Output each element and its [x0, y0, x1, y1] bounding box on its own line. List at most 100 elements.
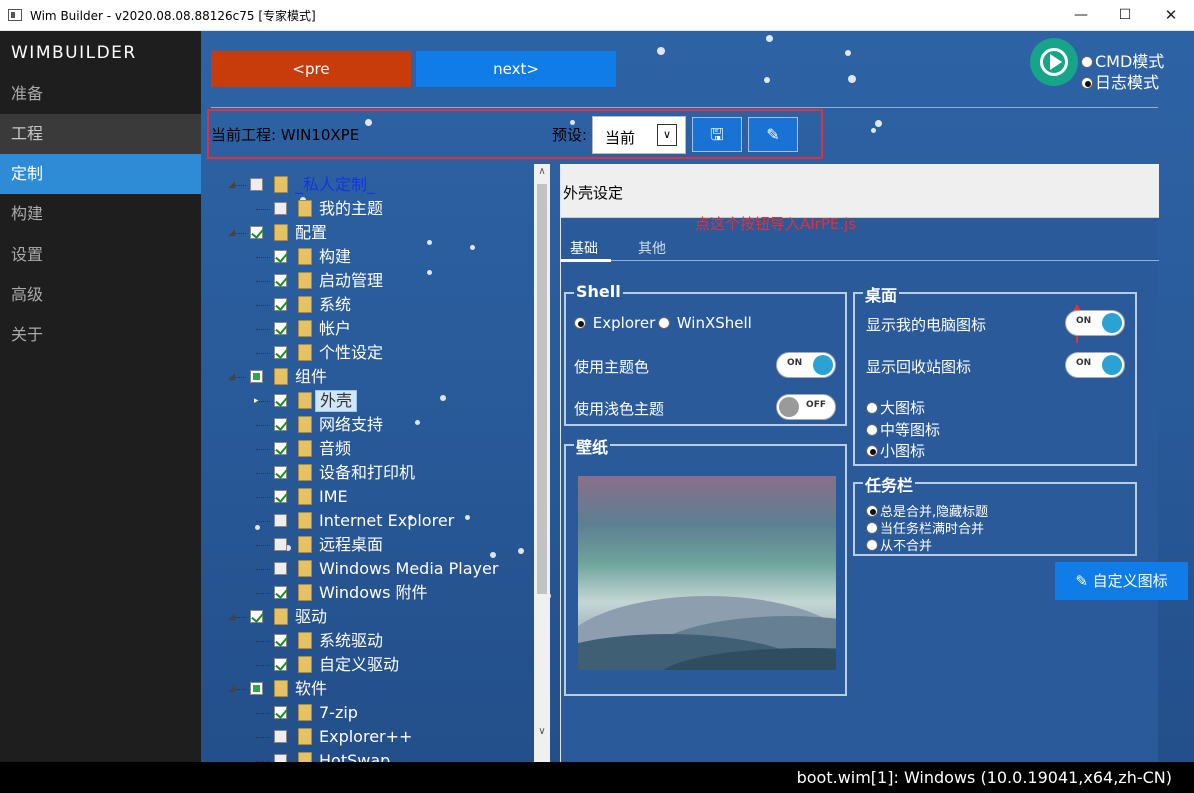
expand-icon[interactable]: ◢	[228, 605, 235, 629]
checkbox[interactable]	[274, 298, 287, 311]
checkbox[interactable]	[274, 394, 287, 407]
explorer-radio[interactable]: Explorer	[574, 314, 655, 332]
checkbox[interactable]	[274, 538, 287, 551]
wallpaper-preview[interactable]	[578, 476, 836, 670]
tree-item[interactable]: 帐户	[210, 317, 535, 341]
custom-icon-button[interactable]: ✎ 自定义图标	[1055, 562, 1188, 600]
checkbox[interactable]	[274, 466, 287, 479]
tree-scrollbar[interactable]: ∧ ∨	[534, 164, 550, 762]
show-recycle-toggle[interactable]: ON	[1065, 352, 1125, 378]
preset-select[interactable]: 当前 ∨	[592, 116, 686, 154]
tree-item[interactable]: 网络支持	[210, 413, 535, 437]
checkbox[interactable]	[274, 202, 287, 215]
tree-item[interactable]: ◢ 软件	[210, 677, 535, 701]
save-preset-button[interactable]: 🖫	[692, 117, 742, 152]
show-recycle-label: 显示回收站图标	[866, 358, 972, 376]
checkbox[interactable]	[274, 274, 287, 287]
tree-item-label: 帐户	[319, 319, 352, 338]
next-button[interactable]: next>	[416, 51, 616, 87]
tree-item[interactable]: 远程桌面	[210, 533, 535, 557]
checkbox[interactable]	[274, 514, 287, 527]
show-computer-toggle[interactable]: ON	[1065, 310, 1125, 336]
tree-item[interactable]: ◢ 组件	[210, 365, 535, 389]
tree-item[interactable]: Windows 附件	[210, 581, 535, 605]
tree-item[interactable]: IME	[210, 485, 535, 509]
checkbox[interactable]	[274, 658, 287, 671]
sidebar-item-advanced[interactable]: 高级	[0, 275, 201, 315]
maximize-button[interactable]: ☐	[1102, 0, 1148, 31]
checkbox[interactable]	[274, 346, 287, 359]
checkbox[interactable]	[250, 178, 263, 191]
toggle-state: OFF	[806, 400, 826, 410]
checkbox[interactable]	[274, 250, 287, 263]
checkbox[interactable]	[274, 322, 287, 335]
tab-basic[interactable]: 基础	[570, 238, 598, 258]
checkbox[interactable]	[250, 682, 263, 695]
tree-item-label: HotSwap	[319, 751, 391, 762]
tab-other[interactable]: 其他	[638, 238, 666, 258]
tree-item-label: IME	[319, 487, 348, 506]
icon-large-radio[interactable]: 大图标	[866, 397, 925, 418]
edit-preset-button[interactable]: ✎	[748, 117, 798, 152]
tree-item[interactable]: 个性设定	[210, 341, 535, 365]
tree-item[interactable]: ◢ 配置	[210, 221, 535, 245]
tree-item[interactable]: 自定义驱动	[210, 653, 535, 677]
checkbox[interactable]	[274, 490, 287, 503]
checkbox[interactable]	[274, 586, 287, 599]
checkbox[interactable]	[274, 730, 287, 743]
pencil-icon: ✎	[1075, 572, 1088, 590]
scroll-up-icon[interactable]: ∧	[534, 164, 550, 180]
expand-icon[interactable]: ◢	[228, 173, 235, 197]
tree-item[interactable]: 设备和打印机	[210, 461, 535, 485]
checkbox[interactable]	[274, 634, 287, 647]
close-button[interactable]: ✕	[1148, 0, 1194, 31]
checkbox[interactable]	[274, 754, 287, 762]
checkbox[interactable]	[250, 226, 263, 239]
tree-item[interactable]: Explorer++	[210, 725, 535, 749]
minimize-button[interactable]: —	[1058, 0, 1104, 31]
sidebar-item-project[interactable]: 工程	[0, 114, 201, 154]
collapse-icon[interactable]: ▸	[254, 389, 259, 413]
expand-icon[interactable]: ◢	[228, 365, 235, 389]
checkbox[interactable]	[274, 442, 287, 455]
tree-item[interactable]: Windows Media Player	[210, 557, 535, 581]
status-text: boot.wim[1]: Windows (10.0.19041,x64,zh-…	[796, 768, 1172, 787]
expand-icon[interactable]: ◢	[228, 221, 235, 245]
theme-color-toggle[interactable]: ON	[776, 352, 836, 378]
icon-small-radio[interactable]: 小图标	[866, 440, 925, 461]
run-button[interactable]	[1030, 38, 1078, 86]
taskbar-opt3-radio[interactable]: 从不合并	[866, 535, 932, 554]
tree-item[interactable]: 音频	[210, 437, 535, 461]
tree-view: ◢ _私人定制_ 我的主题 ◢ 配置 构建 启动管理 系统帐户个性设定 ◢ 组件 ▸ 外壳 网络支持 音频…	[210, 164, 550, 762]
sidebar-item-customize[interactable]: 定制	[0, 154, 201, 194]
tree-item[interactable]: ◢ _私人定制_	[210, 173, 535, 197]
tree-item[interactable]: ◢ 驱动	[210, 605, 535, 629]
checkbox[interactable]	[274, 562, 287, 575]
tree-item[interactable]: HotSwap	[210, 749, 535, 762]
checkbox[interactable]	[250, 610, 263, 623]
sidebar-item-prepare[interactable]: 准备	[0, 74, 201, 114]
sidebar-item-settings[interactable]: 设置	[0, 235, 201, 275]
tree-item[interactable]: 7-zip	[210, 701, 535, 725]
tree-item[interactable]: 我的主题	[210, 197, 535, 221]
light-theme-toggle[interactable]: OFF	[776, 394, 836, 420]
sidebar-item-about[interactable]: 关于	[0, 315, 201, 355]
preset-value: 当前	[605, 129, 636, 147]
checkbox[interactable]	[250, 370, 263, 383]
checkbox[interactable]	[274, 418, 287, 431]
sidebar-item-build[interactable]: 构建	[0, 194, 201, 234]
tree-item[interactable]: 系统驱动	[210, 629, 535, 653]
winxshell-radio[interactable]: WinXShell	[658, 314, 752, 332]
tree-item[interactable]: Internet Explorer	[210, 509, 535, 533]
tree-item[interactable]: ▸ 外壳	[210, 389, 535, 413]
mode-log-radio[interactable]: 日志模式	[1081, 69, 1159, 93]
checkbox[interactable]	[274, 706, 287, 719]
expand-icon[interactable]: ◢	[228, 677, 235, 701]
prev-button[interactable]: <pre	[211, 51, 411, 87]
icon-medium-radio[interactable]: 中等图标	[866, 419, 940, 440]
scroll-down-icon[interactable]: ∨	[534, 724, 550, 740]
tree-item[interactable]: 系统	[210, 293, 535, 317]
tree-item[interactable]: 启动管理	[210, 269, 535, 293]
scroll-thumb[interactable]	[537, 184, 547, 594]
tree-item[interactable]: 构建	[210, 245, 535, 269]
